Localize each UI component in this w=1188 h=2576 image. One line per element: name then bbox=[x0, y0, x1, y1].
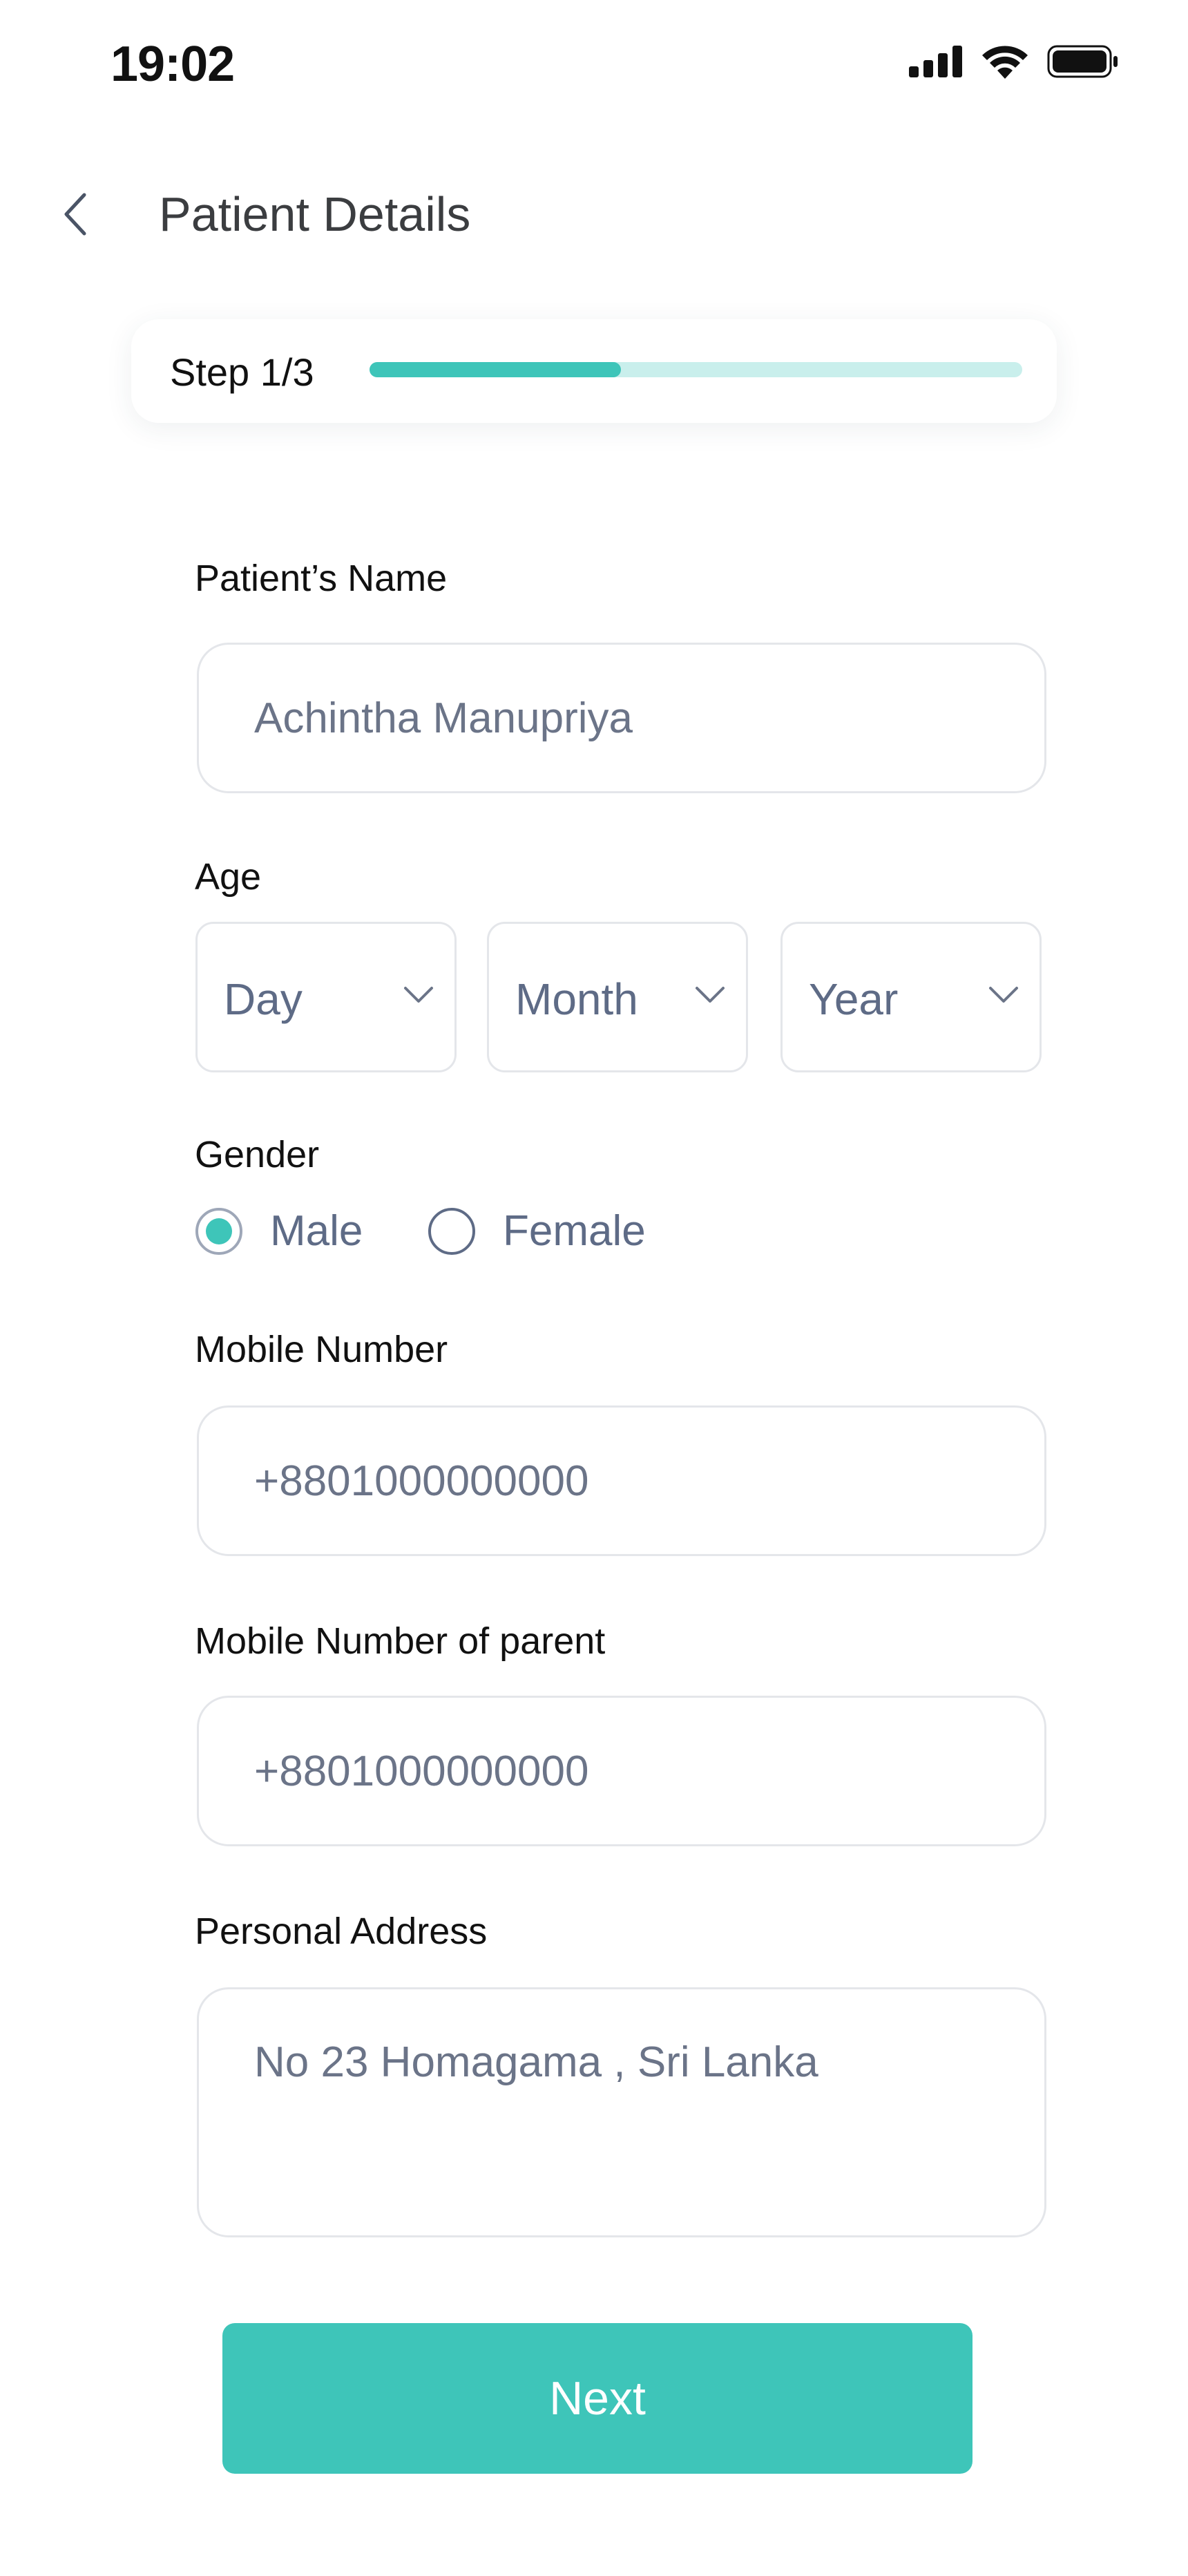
page-title: Patient Details bbox=[159, 187, 471, 241]
radio-checked-icon bbox=[195, 1207, 242, 1255]
parent-mobile-label: Mobile Number of parent bbox=[195, 1620, 606, 1662]
gender-male-label: Male bbox=[270, 1207, 363, 1255]
month-select[interactable]: Month bbox=[487, 922, 748, 1072]
chevron-down-icon bbox=[989, 987, 1018, 1003]
chevron-down-icon bbox=[696, 987, 725, 1003]
radio-unchecked-icon bbox=[428, 1207, 475, 1255]
signal-icon bbox=[909, 46, 962, 77]
status-icons bbox=[909, 44, 1119, 79]
wifi-icon bbox=[982, 46, 1028, 79]
back-button[interactable] bbox=[41, 180, 111, 249]
chevron-left-icon bbox=[64, 193, 86, 236]
gender-female-label: Female bbox=[503, 1207, 646, 1255]
gender-male-radio[interactable]: Male bbox=[195, 1206, 363, 1256]
gender-label: Gender bbox=[195, 1134, 320, 1175]
progress-track bbox=[370, 362, 1022, 377]
day-select-value: Day bbox=[224, 974, 303, 1024]
header: Patient Details bbox=[0, 166, 1188, 263]
parent-mobile-input[interactable] bbox=[197, 1696, 1046, 1846]
battery-icon bbox=[1047, 45, 1118, 78]
progress-fill bbox=[370, 362, 621, 377]
patient-name-label: Patient’s Name bbox=[195, 558, 448, 599]
step-progress-card: Step 1/3 bbox=[131, 319, 1057, 423]
chevron-down-icon bbox=[404, 987, 433, 1003]
gender-female-radio[interactable]: Female bbox=[428, 1206, 646, 1256]
year-select-value: Year bbox=[809, 974, 899, 1024]
mobile-number-label: Mobile Number bbox=[195, 1329, 448, 1370]
status-bar: 19:02 bbox=[0, 0, 1188, 131]
next-button[interactable]: Next bbox=[222, 2323, 973, 2474]
month-select-value: Month bbox=[515, 974, 638, 1024]
mobile-number-input[interactable] bbox=[197, 1405, 1046, 1556]
day-select[interactable]: Day bbox=[195, 922, 457, 1072]
age-label: Age bbox=[195, 856, 262, 898]
address-input[interactable]: No 23 Homagama , Sri Lanka bbox=[197, 1987, 1046, 2237]
patient-name-input[interactable] bbox=[197, 643, 1046, 793]
status-time: 19:02 bbox=[111, 37, 235, 92]
step-label: Step 1/3 bbox=[170, 350, 314, 394]
address-label: Personal Address bbox=[195, 1911, 488, 1952]
year-select[interactable]: Year bbox=[780, 922, 1042, 1072]
